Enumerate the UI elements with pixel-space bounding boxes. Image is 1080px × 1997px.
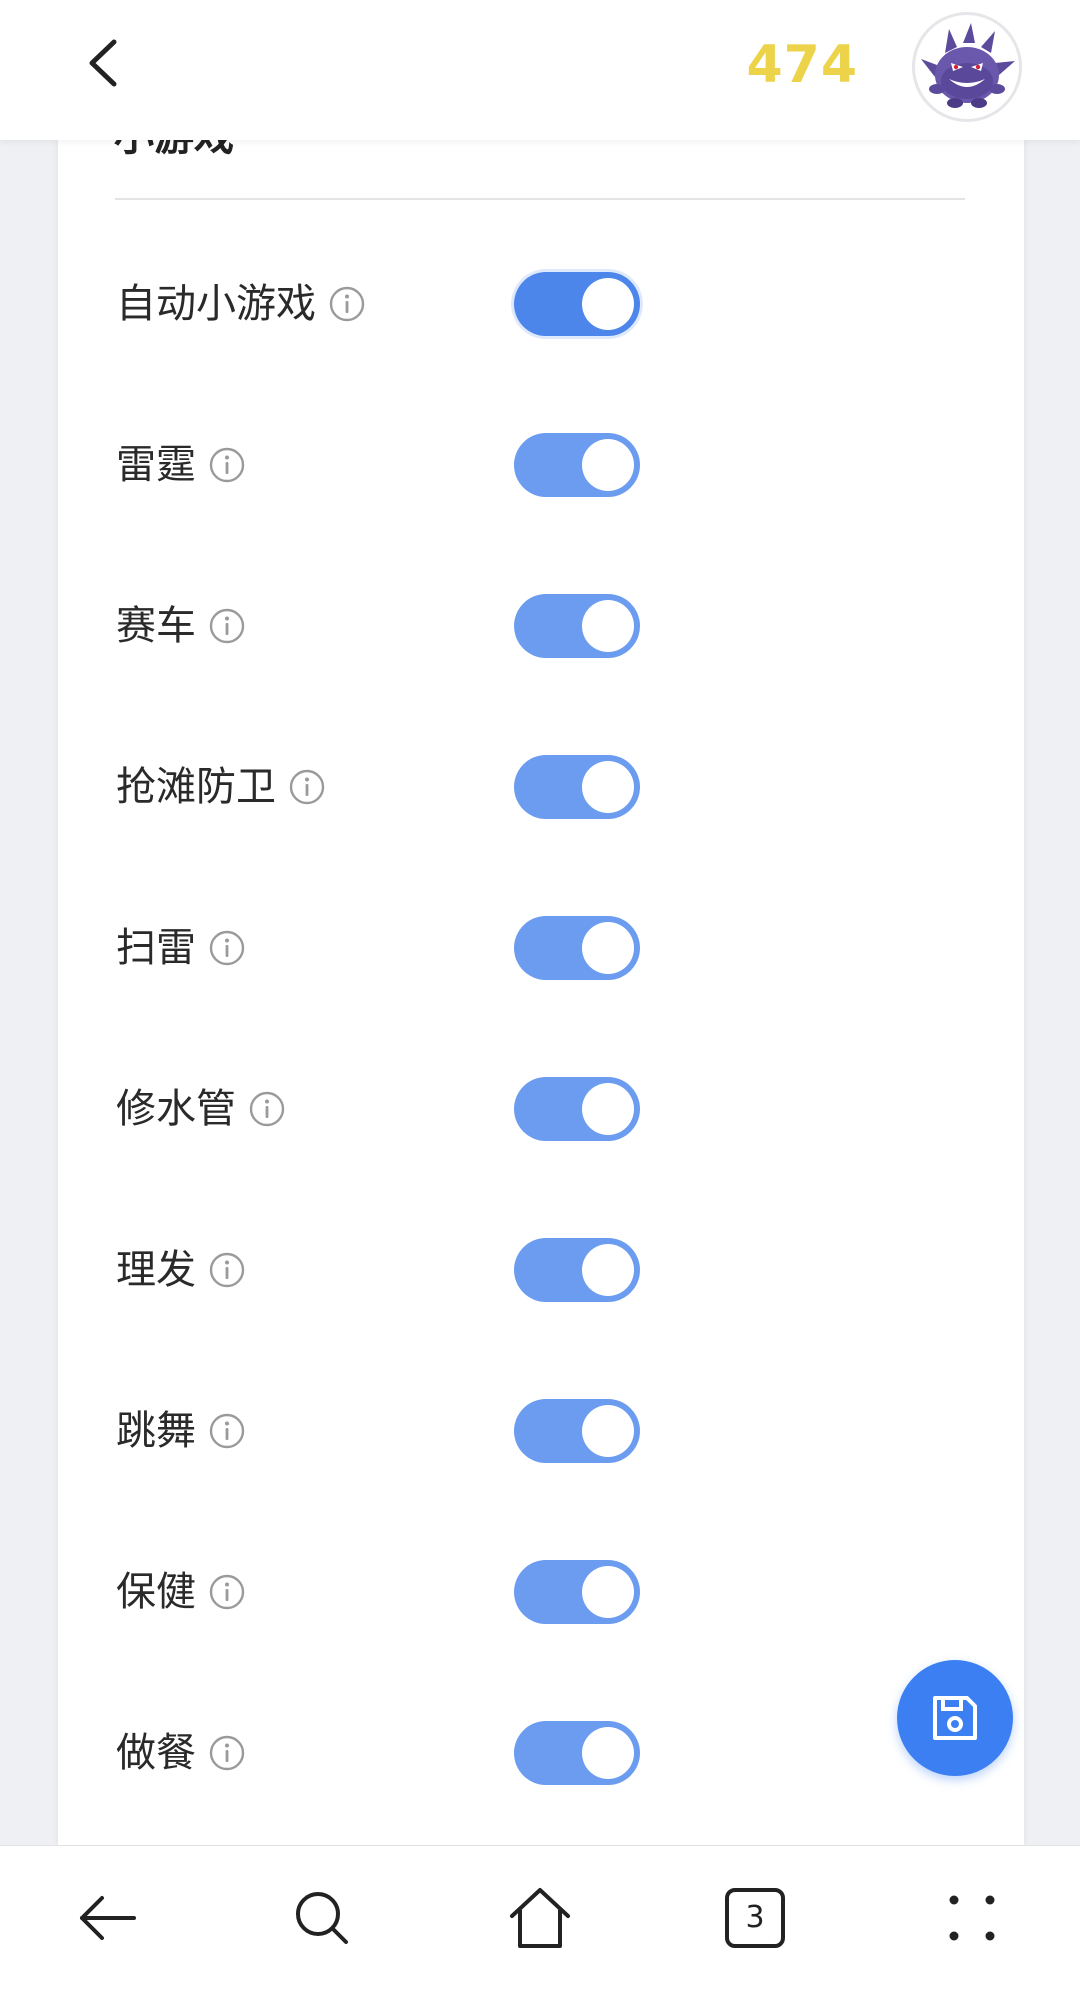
toggle-knob: [582, 1244, 634, 1296]
coin-count: 474: [746, 35, 858, 95]
toggle-switch[interactable]: [514, 1399, 640, 1463]
info-icon[interactable]: [208, 1734, 246, 1772]
setting-row-healthcare: 保健: [116, 1542, 966, 1642]
nav-search-button[interactable]: [282, 1878, 362, 1958]
setting-row-minesweeper: 扫雷: [116, 898, 966, 998]
gengar-avatar-icon: [921, 23, 1015, 108]
tab-count: 3: [745, 1900, 765, 1935]
toggle-knob: [582, 1405, 634, 1457]
toggle-switch[interactable]: [514, 916, 640, 980]
nav-back-button[interactable]: [68, 1878, 148, 1958]
setting-row-cooking: 做餐: [116, 1703, 966, 1803]
setting-label: 跳舞: [116, 1408, 196, 1454]
toggle-switch[interactable]: [514, 755, 640, 819]
save-button[interactable]: [897, 1660, 1013, 1776]
setting-row-beach-defense: 抢滩防卫: [116, 737, 966, 837]
toggle-knob: [582, 922, 634, 974]
avatar[interactable]: [912, 12, 1022, 122]
info-icon[interactable]: [208, 1573, 246, 1611]
nav-menu-button[interactable]: [932, 1878, 1012, 1958]
setting-label: 理发: [116, 1247, 196, 1293]
home-icon: [510, 1888, 570, 1948]
info-icon[interactable]: [208, 446, 246, 484]
info-icon[interactable]: [208, 929, 246, 967]
floppy-disk-icon: [933, 1696, 977, 1740]
setting-label: 保健: [116, 1569, 196, 1615]
setting-label: 修水管: [116, 1086, 236, 1132]
toggle-knob: [582, 1083, 634, 1135]
back-button[interactable]: [70, 28, 140, 98]
nav-home-button[interactable]: [500, 1878, 580, 1958]
menu-dots-icon: [949, 1895, 995, 1941]
setting-label: 赛车: [116, 603, 196, 649]
toggle-switch[interactable]: [514, 594, 640, 658]
toggle-knob: [582, 600, 634, 652]
toggle-knob: [582, 761, 634, 813]
info-icon[interactable]: [248, 1090, 286, 1128]
setting-row-auto-minigame: 自动小游戏: [116, 254, 966, 354]
setting-label: 扫雷: [116, 925, 196, 971]
toggle-switch[interactable]: [514, 1238, 640, 1302]
toggle-switch[interactable]: [514, 272, 640, 336]
setting-row-haircut: 理发: [116, 1220, 966, 1320]
info-icon[interactable]: [208, 1251, 246, 1289]
setting-label: 抢滩防卫: [116, 764, 276, 810]
setting-row-racing: 赛车: [116, 576, 966, 676]
section-divider: [115, 198, 965, 200]
top-bar: 474: [0, 0, 1080, 140]
toggle-knob: [582, 1727, 634, 1779]
toggle-switch[interactable]: [514, 1077, 640, 1141]
toggle-knob: [582, 1566, 634, 1618]
settings-card: 小游戏 自动小游戏 雷霆 赛车 抢滩防卫: [58, 140, 1024, 1845]
toggle-switch[interactable]: [514, 1560, 640, 1624]
arrow-left-icon: [80, 1896, 136, 1940]
nav-tabs-button[interactable]: 3: [715, 1878, 795, 1958]
info-icon[interactable]: [288, 768, 326, 806]
bottom-nav-bar: 3: [0, 1845, 1080, 1997]
toggle-knob: [582, 439, 634, 491]
setting-label: 做餐: [116, 1730, 196, 1776]
setting-row-plumbing: 修水管: [116, 1059, 966, 1159]
info-icon[interactable]: [328, 285, 366, 323]
setting-label: 雷霆: [116, 442, 196, 488]
info-icon[interactable]: [208, 607, 246, 645]
chevron-left-icon: [89, 39, 117, 87]
setting-row-thunder: 雷霆: [116, 415, 966, 515]
search-icon: [296, 1892, 348, 1944]
section-title: 小游戏: [114, 140, 234, 162]
toggle-switch[interactable]: [514, 1721, 640, 1785]
setting-row-dance: 跳舞: [116, 1381, 966, 1481]
toggle-switch[interactable]: [514, 433, 640, 497]
toggle-knob: [582, 278, 634, 330]
setting-label: 自动小游戏: [116, 281, 316, 327]
info-icon[interactable]: [208, 1412, 246, 1450]
